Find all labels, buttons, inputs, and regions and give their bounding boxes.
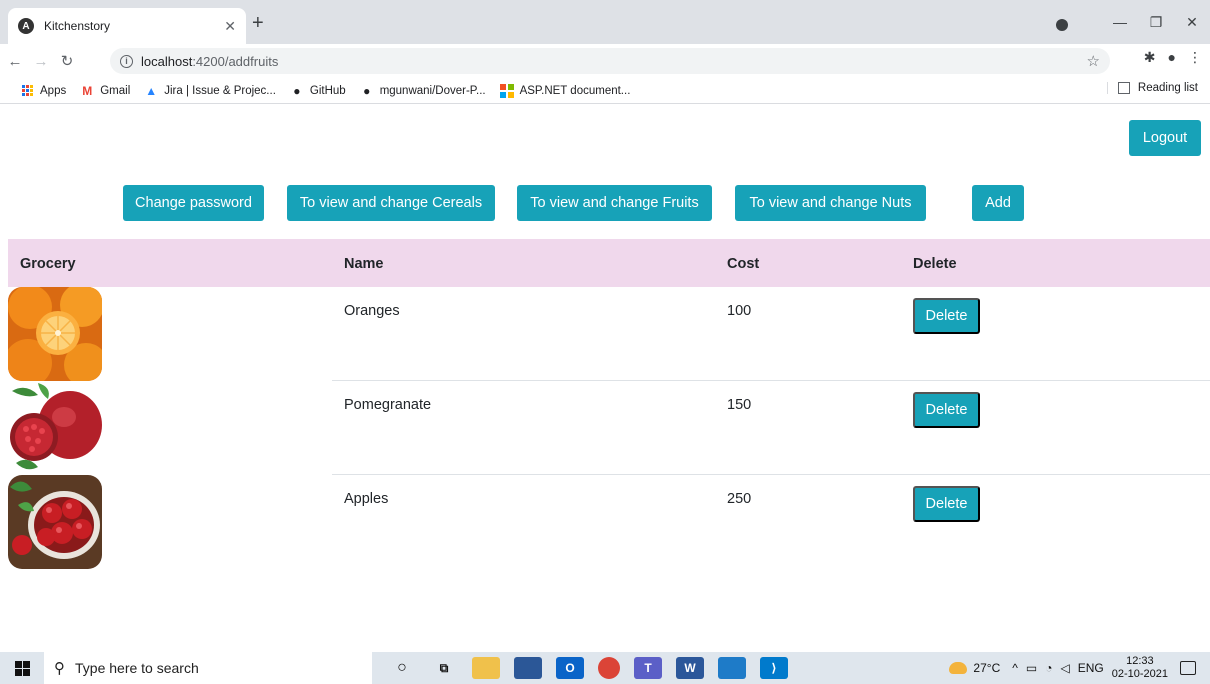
github-icon: ● xyxy=(293,83,301,98)
fruit-name: Apples xyxy=(344,491,389,507)
window-controls: — ❐ ✕ xyxy=(1102,0,1210,44)
browser-tab[interactable]: A Kitchenstory ✕ xyxy=(8,8,246,44)
column-name: Name xyxy=(344,256,384,272)
battery-icon[interactable]: ▭ xyxy=(1026,661,1037,675)
address-bar: ← → ↻ i localhost:4200/addfruits ☆ xyxy=(0,44,1210,78)
minimize-icon[interactable]: — xyxy=(1102,14,1138,30)
language-indicator[interactable]: ENG xyxy=(1078,661,1104,675)
search-icon: ⚲ xyxy=(54,660,65,677)
bookmark-github[interactable]: ● GitHub xyxy=(290,83,345,98)
change-password-button[interactable]: Change password xyxy=(123,185,264,221)
bookmarks-bar: Apps M Gmail ▲ Jira | Issue & Projec... … xyxy=(0,78,1210,104)
site-info-icon[interactable]: i xyxy=(120,54,133,68)
jira-icon: ▲ xyxy=(145,83,158,98)
bookmark-gmail[interactable]: M Gmail xyxy=(80,84,130,98)
apps-grid-icon xyxy=(22,84,34,97)
add-button[interactable]: Add xyxy=(972,185,1024,221)
browser-tabstrip: A Kitchenstory ✕ + — ❐ ✕ xyxy=(0,0,1210,44)
teams-icon[interactable]: T xyxy=(634,657,662,679)
profile-icon[interactable]: ● xyxy=(1168,49,1176,66)
reading-list-icon xyxy=(1117,82,1130,94)
weather-icon[interactable] xyxy=(949,662,968,674)
file-explorer-icon[interactable] xyxy=(472,657,500,679)
microsoft-icon xyxy=(499,83,514,98)
task-view-icon[interactable]: ⧉ xyxy=(430,657,458,679)
url-text: localhost:4200/addfruits xyxy=(141,53,279,69)
system-tray: 27°C ^ ▭ ◔ ◁ ENG 12:33 02-10-2021 xyxy=(949,652,1210,684)
fruit-cost: 150 xyxy=(727,397,752,413)
github-icon: ● xyxy=(363,83,371,98)
new-tab-icon[interactable]: + xyxy=(252,13,264,33)
bookmark-aspnet[interactable]: ASP.NET document... xyxy=(499,83,630,98)
bookmark-jira[interactable]: ▲ Jira | Issue & Projec... xyxy=(144,84,276,98)
search-placeholder: Type here to search xyxy=(75,660,199,676)
temperature[interactable]: 27°C xyxy=(973,661,1000,675)
chevron-up-icon[interactable]: ^ xyxy=(1012,661,1018,675)
reload-icon[interactable]: ↻ xyxy=(56,52,78,70)
chrome-icon[interactable] xyxy=(598,657,620,679)
url-input[interactable]: i localhost:4200/addfruits ☆ xyxy=(110,48,1110,74)
cortana-icon[interactable]: ○ xyxy=(388,657,416,679)
close-window-icon[interactable]: ✕ xyxy=(1174,14,1210,31)
apples-image xyxy=(8,475,102,569)
column-cost: Cost xyxy=(727,256,760,272)
column-delete: Delete xyxy=(913,256,957,272)
word-icon[interactable]: W xyxy=(676,657,704,679)
table-header: Grocery Name Cost Delete xyxy=(8,239,1210,287)
bookmark-star-icon[interactable]: ☆ xyxy=(1087,52,1100,70)
delete-button[interactable]: Delete xyxy=(913,392,980,428)
back-icon[interactable]: ← xyxy=(4,53,26,70)
taskbar-apps: ○ ⧉ O T W ⟩ xyxy=(388,657,802,679)
fruit-cost: 250 xyxy=(727,491,752,507)
angular-icon: A xyxy=(18,18,34,34)
windows-taskbar: ⚲ Type here to search ○ ⧉ O T W ⟩ 27°C ^… xyxy=(0,652,1210,684)
fruits-button[interactable]: To view and change Fruits xyxy=(517,185,712,221)
fruit-cost: 100 xyxy=(727,303,752,319)
wifi-icon[interactable]: ◔ xyxy=(1045,661,1052,675)
extensions-icon[interactable]: ✱ xyxy=(1144,49,1156,66)
gmail-icon: M xyxy=(82,83,93,98)
table-row: Pomegranate 150 Delete xyxy=(0,381,1210,475)
taskbar-search[interactable]: ⚲ Type here to search xyxy=(44,652,372,684)
tab-title: Kitchenstory xyxy=(44,19,111,33)
clock-date: 02-10-2021 xyxy=(1111,668,1168,680)
delete-button[interactable]: Delete xyxy=(913,298,980,334)
nuts-button[interactable]: To view and change Nuts xyxy=(735,185,926,221)
notification-icon[interactable] xyxy=(1180,661,1196,675)
store-icon[interactable] xyxy=(514,657,542,679)
cereals-button[interactable]: To view and change Cereals xyxy=(287,185,495,221)
profile-indicator-icon[interactable] xyxy=(1056,19,1068,31)
restore-icon[interactable]: ❐ xyxy=(1138,14,1174,31)
bookmark-dover[interactable]: ● mgunwani/Dover-P... xyxy=(360,84,486,98)
column-grocery: Grocery xyxy=(20,256,76,272)
delete-button[interactable]: Delete xyxy=(913,486,980,522)
bookmark-apps[interactable]: Apps xyxy=(22,84,66,97)
clock-time: 12:33 xyxy=(1126,655,1154,667)
fruit-name: Pomegranate xyxy=(344,397,432,413)
outlook-icon[interactable]: O xyxy=(556,657,584,679)
reading-list-button[interactable]: Reading list xyxy=(1106,82,1198,94)
windows-icon xyxy=(14,660,30,676)
logout-button[interactable]: Logout xyxy=(1129,120,1201,156)
volume-icon[interactable]: ◁ xyxy=(1060,661,1069,675)
forward-icon[interactable]: → xyxy=(30,53,52,70)
toolbar-icons: ✱ ● ⋮ xyxy=(1144,49,1202,66)
oranges-image xyxy=(8,287,102,381)
table-row: Apples 250 Delete xyxy=(0,475,1210,569)
photos-icon[interactable] xyxy=(718,657,746,679)
vscode-icon[interactable]: ⟩ xyxy=(760,657,788,679)
pomegranate-image xyxy=(8,381,102,475)
fruit-name: Oranges xyxy=(344,303,400,319)
clock[interactable]: 12:33 02-10-2021 xyxy=(1112,655,1168,681)
close-tab-icon[interactable]: ✕ xyxy=(224,18,236,35)
start-button[interactable] xyxy=(0,652,44,684)
table-row: Oranges 100 Delete xyxy=(0,287,1210,381)
more-menu-icon[interactable]: ⋮ xyxy=(1188,49,1202,66)
